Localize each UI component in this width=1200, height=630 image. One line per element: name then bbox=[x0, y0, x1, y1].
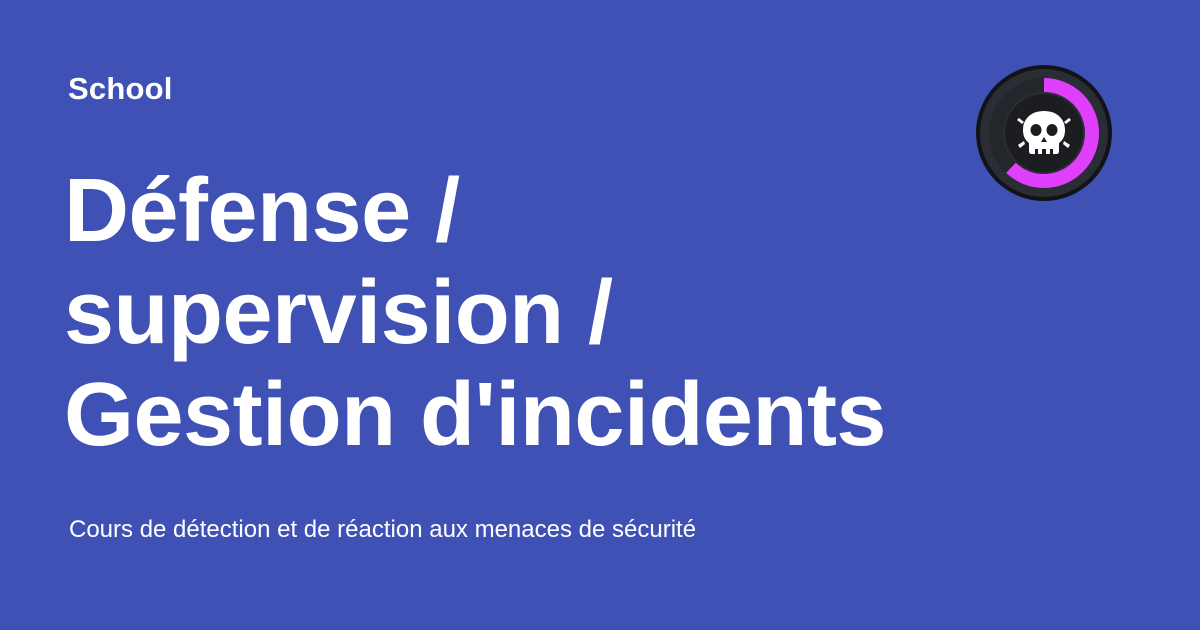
course-title: Défense / supervision / Gestion d'incide… bbox=[64, 160, 964, 466]
course-title-line: Défense / bbox=[64, 161, 460, 261]
course-subtitle: Cours de détection et de réaction aux me… bbox=[69, 516, 697, 543]
brand-label: School bbox=[68, 71, 173, 106]
course-title-line: Gestion d'incidents bbox=[64, 365, 887, 465]
badge-graphic bbox=[976, 65, 1112, 201]
course-title-line: supervision / bbox=[64, 263, 613, 363]
difficulty-badge bbox=[974, 63, 1114, 203]
